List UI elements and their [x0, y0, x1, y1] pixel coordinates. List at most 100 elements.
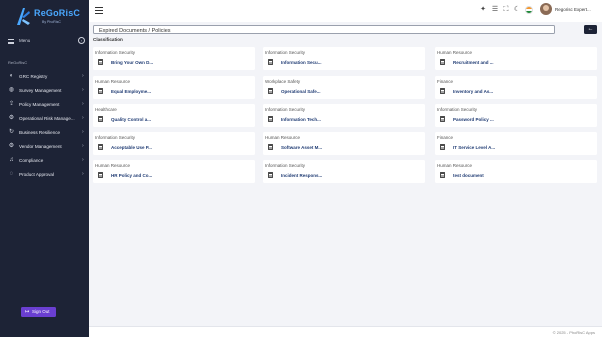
document-card[interactable]: Workplace Safety Operational Safe...: [263, 76, 425, 99]
document-category: Information Security: [95, 50, 136, 55]
sidebar-item[interactable]: ♫ Compliance ›: [0, 155, 89, 167]
avatar[interactable]: [540, 3, 552, 15]
document-title-link[interactable]: Software Asset M...: [281, 145, 322, 150]
document-card[interactable]: Information Security Information Secu...: [263, 47, 425, 70]
sidebar-item-label: Product Approval: [19, 171, 54, 177]
back-button[interactable]: ←: [584, 25, 597, 34]
arrow-left-icon: ←: [587, 26, 594, 32]
dark-mode-icon[interactable]: ☾: [513, 6, 521, 14]
document-card[interactable]: Human Resource Equal Employme...: [93, 76, 255, 99]
document-icon: [440, 116, 445, 122]
document-title-link[interactable]: test document: [453, 173, 484, 178]
document-card[interactable]: Finance IT Service Level A...: [435, 132, 597, 155]
document-title-link[interactable]: Operational Safe...: [281, 89, 321, 94]
chevron-right-icon: ›: [82, 171, 84, 177]
document-title-link[interactable]: Equal Employme...: [111, 89, 151, 94]
document-title-link[interactable]: Incident Respons...: [281, 173, 322, 178]
fullscreen-icon[interactable]: ⛶: [502, 6, 510, 14]
menu-toggle-row[interactable]: Menu ‹: [0, 36, 89, 48]
collapse-sidebar-icon[interactable]: ‹: [78, 37, 85, 44]
document-category: Finance: [437, 135, 454, 140]
sign-out-icon: ↦: [25, 309, 30, 315]
list-icon[interactable]: ☰: [491, 6, 499, 14]
menu-icon: [8, 39, 14, 44]
sidebar-item-label: Policy Management: [19, 101, 60, 107]
document-category: Healthcare: [95, 107, 117, 112]
logo-text: ReGoRisC: [34, 8, 81, 18]
classification-label: Classification: [93, 37, 123, 42]
document-card[interactable]: Human Resource test document: [435, 160, 597, 183]
sidebar-item[interactable]: ⇪ Policy Management ›: [0, 99, 89, 111]
document-card[interactable]: Finance Inventory and As...: [435, 76, 597, 99]
document-card[interactable]: Human Resource Recruitment and ...: [435, 47, 597, 70]
logo[interactable]: ReGoRisC By PhoRisC: [14, 5, 80, 27]
pin-icon[interactable]: ✦: [479, 6, 487, 14]
document-title-link[interactable]: Information Secu...: [281, 60, 322, 65]
sidebar-item-label: Business Resilience: [19, 129, 61, 135]
document-card[interactable]: Information Security Incident Respons...: [263, 160, 425, 183]
document-title-link[interactable]: HR Policy and Co...: [111, 173, 152, 178]
document-card[interactable]: Information Security Bring Your Own D...: [93, 47, 255, 70]
document-title-link[interactable]: Password Policy ...: [453, 117, 494, 122]
footer-copyright: © 2025 - PhoRisC Apps: [552, 330, 595, 335]
document-icon: [98, 59, 103, 65]
vendor-icon: ⚙: [8, 143, 15, 149]
document-category: Human Resource: [265, 135, 301, 140]
sidebar-item-label: Survey Management: [19, 87, 62, 93]
survey-icon: ◍: [8, 87, 15, 93]
chevron-right-icon: ›: [82, 143, 84, 149]
document-card[interactable]: Information Security Information Tech...: [263, 104, 425, 127]
document-icon: [268, 172, 273, 178]
document-icon: [268, 144, 273, 150]
document-category: Human Resource: [437, 163, 473, 168]
risk-icon: ⚙: [8, 115, 15, 121]
user-name[interactable]: Regorisc Expert...: [555, 7, 591, 12]
menu-label: Menu: [19, 38, 31, 43]
document-category: Information Security: [265, 107, 306, 112]
sidebar-item[interactable]: ◐ GRC Registry ›: [0, 71, 89, 83]
sidebar-section-title: ReGoRisC: [8, 60, 28, 65]
document-title-link[interactable]: Recruitment and ...: [453, 60, 494, 65]
document-title-link[interactable]: Quality Control a...: [111, 117, 151, 122]
sidebar-item[interactable]: ◍ Survey Management ›: [0, 85, 89, 97]
sidebar-item-label: Operational Risk Manage...: [19, 115, 75, 121]
document-icon: [268, 88, 273, 94]
document-icon: [440, 144, 445, 150]
sign-out-button[interactable]: ↦ Sign Out: [21, 307, 56, 317]
sidebar-item[interactable]: ◌ Product Approval ›: [0, 169, 89, 181]
document-icon: [440, 59, 445, 65]
sidebar-item-label: Vendor Management: [19, 143, 62, 149]
chevron-right-icon: ›: [82, 101, 84, 107]
document-icon: [98, 144, 103, 150]
page-title: Expired Documents / Policies: [99, 27, 171, 34]
document-category: Information Security: [265, 50, 306, 55]
chevron-right-icon: ›: [82, 87, 84, 93]
sidebar-item-label: Compliance: [19, 157, 44, 163]
document-title-link[interactable]: Acceptable Use P...: [111, 145, 152, 150]
document-category: Workplace Safety: [265, 79, 301, 84]
chevron-right-icon: ›: [82, 129, 84, 135]
document-title-link[interactable]: Bring Your Own D...: [111, 60, 153, 65]
document-card[interactable]: Human Resource Software Asset M...: [263, 132, 425, 155]
document-icon: [268, 59, 273, 65]
sidebar-item[interactable]: ⚙ Vendor Management ›: [0, 141, 89, 153]
document-title-link[interactable]: Information Tech...: [281, 117, 321, 122]
document-card[interactable]: Information Security Acceptable Use P...: [93, 132, 255, 155]
sidebar-item[interactable]: ↻ Business Resilience ›: [0, 127, 89, 139]
document-card[interactable]: Human Resource HR Policy and Co...: [93, 160, 255, 183]
document-category: Human Resource: [437, 50, 473, 55]
document-icon: [98, 172, 103, 178]
sidebar: ReGoRisC By PhoRisC Menu ‹ ReGoRisC ◐ GRC…: [0, 0, 89, 337]
document-icon: [268, 116, 273, 122]
document-card[interactable]: Healthcare Quality Control a...: [93, 104, 255, 127]
hamburger-menu-icon[interactable]: [95, 7, 103, 14]
sidebar-item-label: GRC Registry: [19, 73, 48, 79]
document-category: Human Resource: [95, 163, 131, 168]
language-flag-icon[interactable]: [525, 6, 533, 14]
document-category: Finance: [437, 79, 454, 84]
document-title-link[interactable]: Inventory and As...: [453, 89, 493, 94]
document-title-link[interactable]: IT Service Level A...: [453, 145, 495, 150]
document-card[interactable]: Information Security Password Policy ...: [435, 104, 597, 127]
sidebar-item[interactable]: ⚙ Operational Risk Manage... ›: [0, 113, 89, 125]
page-title-box: Expired Documents / Policies: [93, 25, 555, 34]
